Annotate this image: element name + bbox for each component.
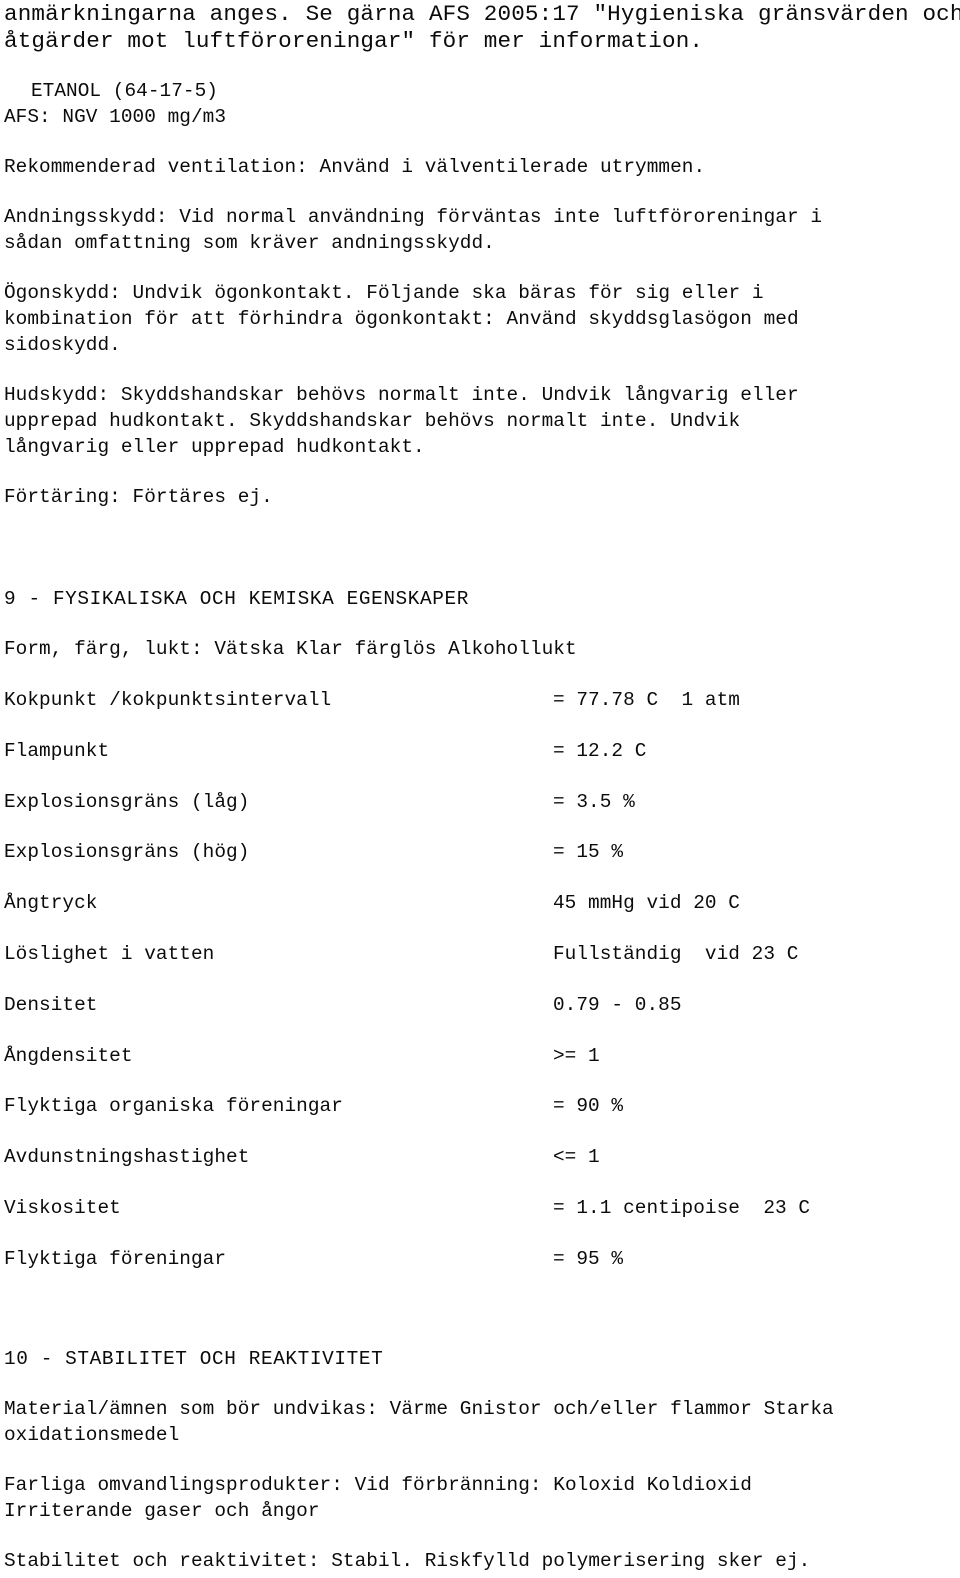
property-row: Ångdensitet >= 1 — [0, 1044, 960, 1070]
property-value: = 15 % — [553, 841, 624, 864]
property-value: 0.79 - 0.85 — [553, 993, 682, 1016]
property-value: >= 1 — [553, 1044, 600, 1067]
document-page: anmärkningarna anges. Se gärna AFS 2005:… — [0, 0, 960, 1578]
property-value: = 1.1 centipoise 23 C — [553, 1197, 811, 1219]
property-value: = 95 % — [553, 1247, 624, 1270]
respiratory-protection-line-2: sådan omfattning som kräver andningsskyd… — [4, 232, 495, 254]
substance-name: ETANOL (64-17-5) — [31, 80, 218, 102]
property-label: Viskositet — [4, 1197, 121, 1219]
property-row: Kokpunkt /kokpunktsintervall = 77.78 C 1 … — [0, 688, 960, 714]
materials-to-avoid-line-2: oxidationsmedel — [4, 1424, 180, 1446]
property-row: Explosionsgräns (låg) = 3.5 % — [0, 790, 960, 816]
property-row: Avdunstningshastighet <= 1 — [0, 1145, 960, 1171]
property-row: Ångtryck 45 mmHg vid 20 C — [0, 891, 960, 917]
property-label: Ångtryck — [4, 892, 98, 915]
property-row: Explosionsgräns (hög) = 15 % — [0, 840, 960, 866]
property-value: Fullständig vid 23 C — [553, 943, 799, 965]
section-9-appearance: Form, färg, lukt: Vätska Klar färglös Al… — [4, 638, 577, 660]
property-row: Densitet 0.79 - 0.85 — [0, 993, 960, 1019]
property-row: Flyktiga föreningar = 95 % — [0, 1247, 960, 1273]
property-value: <= 1 — [553, 1146, 600, 1169]
respiratory-protection-line-1: Andningsskydd: Vid normal användning för… — [4, 206, 823, 228]
stability-line-1: Stabilitet och reaktivitet: Stabil. Risk… — [4, 1550, 811, 1572]
property-label: Kokpunkt /kokpunktsintervall — [4, 689, 332, 711]
property-value: = 77.78 C 1 atm — [553, 689, 740, 711]
property-label: Löslighet i vatten — [4, 943, 215, 965]
ventilation-line-1: Rekommenderad ventilation: Använd i välv… — [4, 156, 706, 178]
property-label: Ångdensitet — [4, 1044, 133, 1067]
continued-paragraph-line-2: åtgärder mot luftföroreningar" för mer i… — [4, 28, 704, 54]
property-value: = 12.2 C — [553, 739, 647, 762]
property-label: Flampunkt — [4, 739, 110, 762]
property-row: Flyktiga organiska föreningar = 90 % — [0, 1094, 960, 1120]
property-row: Flampunkt = 12.2 C — [0, 739, 960, 765]
property-label: Explosionsgräns (hög) — [4, 841, 250, 864]
property-label: Flyktiga organiska föreningar — [4, 1095, 343, 1118]
skin-protection-line-1: Hudskydd: Skyddshandskar behövs normalt … — [4, 384, 799, 406]
continued-paragraph-line-1: anmärkningarna anges. Se gärna AFS 2005:… — [4, 1, 960, 27]
skin-protection-line-2: upprepad hudkontakt. Skyddshandskar behö… — [4, 410, 741, 432]
property-value: = 3.5 % — [553, 790, 635, 813]
property-value: 45 mmHg vid 20 C — [553, 892, 740, 915]
property-row: Viskositet = 1.1 centipoise 23 C — [0, 1196, 960, 1222]
hazardous-decomposition-line-2: Irriterande gaser och ångor — [4, 1500, 320, 1522]
property-label: Explosionsgräns (låg) — [4, 790, 250, 813]
skin-protection-line-3: långvarig eller upprepad hudkontakt. — [4, 436, 425, 458]
hazardous-decomposition-line-1: Farliga omvandlingsprodukter: Vid förbrä… — [4, 1474, 752, 1496]
eye-protection-line-1: Ögonskydd: Undvik ögonkontakt. Följande … — [4, 282, 764, 304]
substance-exposure-limit: AFS: NGV 1000 mg/m3 — [4, 106, 227, 128]
property-row: Löslighet i vatten Fullständig vid 23 C — [0, 942, 960, 968]
property-label: Flyktiga föreningar — [4, 1247, 227, 1270]
materials-to-avoid-line-1: Material/ämnen som bör undvikas: Värme G… — [4, 1398, 834, 1420]
property-label: Avdunstningshastighet — [4, 1146, 250, 1169]
section-10-heading: 10 - STABILITET OCH REAKTIVITET — [4, 1348, 384, 1370]
property-value: = 90 % — [553, 1095, 624, 1118]
section-9-heading: 9 - FYSIKALISKA OCH KEMISKA EGENSKAPER — [4, 588, 469, 610]
eye-protection-line-3: sidoskydd. — [4, 334, 121, 356]
property-label: Densitet — [4, 993, 98, 1016]
ingestion-line-1: Förtäring: Förtäres ej. — [4, 486, 273, 508]
eye-protection-line-2: kombination för att förhindra ögonkontak… — [4, 308, 799, 330]
